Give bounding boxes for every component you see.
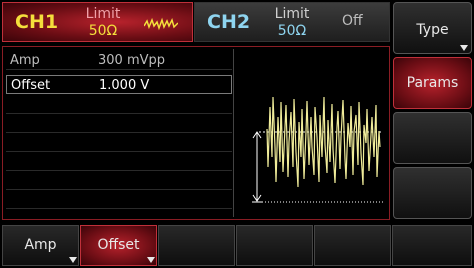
param-value: 1.000 V	[99, 78, 150, 93]
param-row-empty	[6, 152, 232, 171]
params-menu-label: Params	[406, 75, 459, 91]
param-row-amp[interactable]: Amp 300 mVpp	[6, 51, 232, 70]
param-row-empty	[6, 133, 232, 152]
param-row-empty	[6, 114, 232, 133]
softkey-6[interactable]	[392, 225, 472, 266]
panel-divider	[233, 49, 234, 217]
param-key: Amp	[10, 53, 40, 68]
parameter-panel: Amp 300 mVpp Offset 1.000 V	[2, 46, 390, 220]
channel-1-limit-label: Limit	[85, 6, 121, 22]
side-menu-button-4[interactable]	[393, 167, 472, 219]
param-row-empty	[6, 190, 232, 209]
channel-1-impedance: 50Ω	[88, 23, 118, 39]
waveform-preview	[252, 96, 383, 203]
amp-softkey-label: Amp	[24, 237, 57, 253]
softkey-5[interactable]	[314, 225, 391, 266]
param-value: 300 mVpp	[98, 53, 166, 68]
type-menu-label: Type	[416, 22, 449, 38]
param-row-offset[interactable]: Offset 1.000 V	[6, 75, 232, 94]
channel-2-limit-label: Limit	[274, 6, 310, 22]
noise-wave-icon	[143, 16, 179, 35]
side-menu-button-3[interactable]	[393, 112, 472, 164]
channel-2-impedance: 50Ω	[277, 23, 307, 39]
dropdown-arrow-icon	[147, 257, 155, 263]
offset-softkey-label: Offset	[97, 237, 140, 253]
dropdown-arrow-icon	[69, 257, 77, 263]
channel-2-name: CH2	[207, 11, 251, 33]
channel-1-tab[interactable]: CH1 Limit 50Ω	[2, 2, 193, 42]
channel-2-tab[interactable]: CH2 Limit 50Ω Off	[194, 2, 390, 42]
offset-softkey[interactable]: Offset	[80, 225, 157, 266]
type-menu-button[interactable]: Type	[393, 2, 472, 54]
params-menu-button[interactable]: Params	[393, 57, 472, 109]
param-row-empty	[6, 95, 232, 114]
param-key: Offset	[11, 78, 51, 93]
noise-trace	[266, 96, 381, 188]
param-row-empty	[6, 171, 232, 190]
channel-1-name: CH1	[15, 11, 59, 33]
dropdown-arrow-icon	[460, 45, 468, 51]
channel-2-output-state: Off	[342, 13, 363, 29]
softkey-3[interactable]	[158, 225, 235, 266]
softkey-4[interactable]	[236, 225, 313, 266]
amp-softkey[interactable]: Amp	[2, 225, 79, 266]
